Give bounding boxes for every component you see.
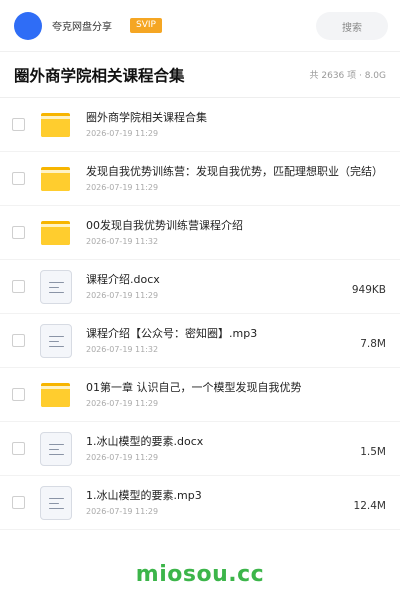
folder-icon [40, 162, 72, 196]
file-info: 课程介绍.docx 2026-07-19 11:29 [86, 272, 344, 301]
file-size: 1.5M [360, 445, 386, 458]
file-row[interactable]: 圈外商学院相关课程合集 2026-07-19 11:29 [0, 98, 400, 152]
row-checkbox[interactable] [12, 334, 25, 347]
file-date: 2026-07-19 11:32 [86, 345, 159, 354]
row-checkbox[interactable] [12, 388, 25, 401]
row-checkbox[interactable] [12, 280, 25, 293]
search-button[interactable]: 搜索 [316, 12, 388, 40]
document-icon [40, 269, 72, 304]
watermark: miosou.cc [135, 562, 265, 587]
file-date: 2026-07-19 11:29 [86, 291, 159, 300]
file-size: 949KB [351, 283, 386, 296]
file-row[interactable]: 1.冰山模型的要素.docx 2026-07-19 11:29 1.5M [0, 422, 400, 476]
item-count-meta: 共 2636 项 · 8.0G [309, 71, 387, 81]
file-date: 2026-07-19 11:32 [86, 237, 159, 246]
file-name[interactable]: 1.冰山模型的要素.mp3 [86, 488, 346, 503]
row-checkbox[interactable] [12, 442, 25, 455]
avatar[interactable] [14, 11, 42, 40]
page-title: 圈外商学院相关课程合集 [14, 66, 185, 85]
file-date: 2026-07-19 11:29 [86, 399, 159, 408]
folder-icon [40, 378, 72, 412]
file-info: 课程介绍【公众号：密知圈】.mp3 2026-07-19 11:32 [86, 326, 352, 355]
file-info: 01第一章 认识自己，一个模型发现自我优势 2026-07-19 11:29 [86, 380, 386, 409]
file-name[interactable]: 课程介绍.docx [86, 272, 344, 287]
file-name[interactable]: 课程介绍【公众号：密知圈】.mp3 [86, 326, 352, 341]
row-checkbox[interactable] [12, 226, 25, 239]
folder-icon [40, 216, 72, 250]
row-checkbox[interactable] [12, 118, 25, 131]
file-date: 2026-07-19 11:29 [86, 453, 159, 462]
app-header: 夸克网盘分享 SVIP 搜索 [0, 0, 400, 52]
document-icon [40, 323, 72, 358]
file-date: 2026-07-19 11:29 [86, 507, 159, 516]
file-row[interactable]: 课程介绍.docx 2026-07-19 11:29 949KB [0, 260, 400, 314]
file-info: 圈外商学院相关课程合集 2026-07-19 11:29 [86, 110, 386, 139]
file-list: 圈外商学院相关课程合集 2026-07-19 11:29 发现自我优势训练营：发现自… [0, 98, 400, 530]
file-info: 1.冰山模型的要素.docx 2026-07-19 11:29 [86, 434, 352, 463]
file-size: 12.4M [353, 499, 386, 512]
svip-badge: SVIP [130, 18, 162, 33]
file-size: 7.8M [360, 337, 386, 350]
file-row[interactable]: 00发现自我优势训练营课程介绍 2026-07-19 11:32 [0, 206, 400, 260]
row-checkbox[interactable] [12, 172, 25, 185]
file-name[interactable]: 00发现自我优势训练营课程介绍 [86, 218, 386, 233]
file-row[interactable]: 1.冰山模型的要素.mp3 2026-07-19 11:29 12.4M [0, 476, 400, 530]
file-date: 2026-07-19 11:29 [86, 129, 159, 138]
share-owner-label: 夸克网盘分享 [52, 22, 112, 33]
folder-icon [40, 108, 72, 142]
file-row[interactable]: 01第一章 认识自己，一个模型发现自我优势 2026-07-19 11:29 [0, 368, 400, 422]
row-checkbox[interactable] [12, 496, 25, 509]
file-name[interactable]: 圈外商学院相关课程合集 [86, 110, 386, 125]
file-row[interactable]: 课程介绍【公众号：密知圈】.mp3 2026-07-19 11:32 7.8M [0, 314, 400, 368]
file-name[interactable]: 发现自我优势训练营：发现自我优势，匹配理想职业（完结） [86, 164, 386, 179]
file-date: 2026-07-19 11:29 [86, 183, 159, 192]
document-icon [40, 431, 72, 466]
file-row[interactable]: 发现自我优势训练营：发现自我优势，匹配理想职业（完结） 2026-07-19 11… [0, 152, 400, 206]
file-info: 00发现自我优势训练营课程介绍 2026-07-19 11:32 [86, 218, 386, 247]
file-info: 发现自我优势训练营：发现自我优势，匹配理想职业（完结） 2026-07-19 11… [86, 164, 386, 193]
title-bar: 圈外商学院相关课程合集 共 2636 项 · 8.0G [0, 52, 400, 98]
document-icon [40, 485, 72, 520]
file-name[interactable]: 1.冰山模型的要素.docx [86, 434, 352, 449]
file-name[interactable]: 01第一章 认识自己，一个模型发现自我优势 [86, 380, 386, 395]
file-info: 1.冰山模型的要素.mp3 2026-07-19 11:29 [86, 488, 346, 517]
